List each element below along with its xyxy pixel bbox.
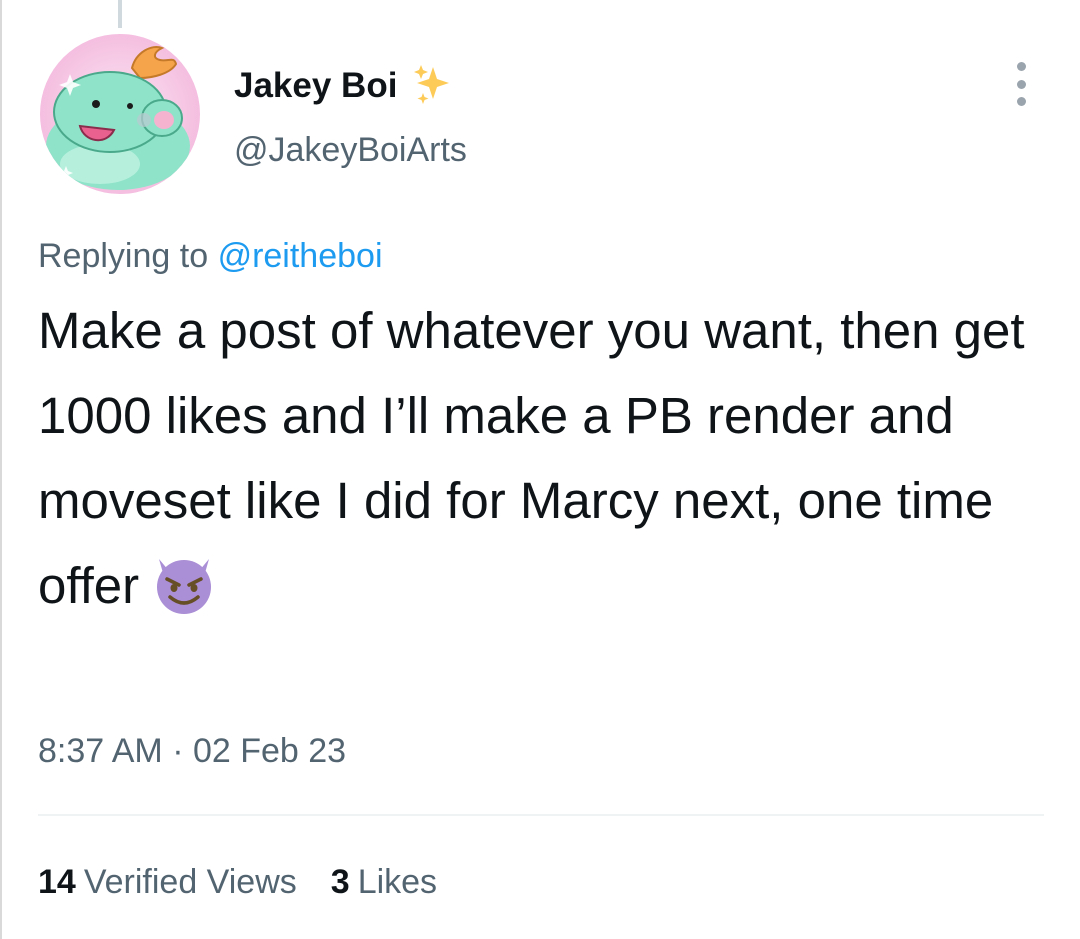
- more-options-icon[interactable]: [1008, 62, 1034, 106]
- tweet-stats: 14 Verified Views 3 Likes: [38, 858, 471, 906]
- replying-to-label: Replying to: [38, 237, 209, 275]
- tweet-timestamp[interactable]: 8:37 AM · 02 Feb 23: [38, 727, 346, 775]
- smiling-imp-icon: [149, 547, 219, 617]
- likes-count: 3: [330, 863, 350, 901]
- tweet-text: Make a post of whatever you want, then g…: [38, 288, 1058, 628]
- likes-label: Likes: [357, 863, 438, 901]
- more-dot: [1016, 97, 1026, 106]
- views-label: Verified Views: [83, 863, 297, 901]
- left-border: [0, 0, 2, 939]
- author-display-name[interactable]: Jakey Boi: [234, 62, 397, 110]
- more-dot: [1016, 79, 1026, 89]
- replying-to: Replying to @reitheboi: [38, 232, 383, 280]
- avatar[interactable]: [40, 34, 200, 194]
- avatar-image: [40, 34, 200, 194]
- thread-connector-line: [118, 0, 122, 28]
- divider: [38, 814, 1044, 816]
- more-dot: [1016, 62, 1026, 71]
- author-name-row[interactable]: Jakey Boi: [234, 62, 457, 110]
- author-handle[interactable]: @JakeyBoiArts: [234, 126, 467, 174]
- views-count: 14: [38, 863, 76, 901]
- views-stat[interactable]: 14 Verified Views: [38, 858, 297, 906]
- reply-mention-link[interactable]: @reitheboi: [218, 237, 383, 275]
- sparkles-icon: [411, 63, 457, 109]
- likes-stat[interactable]: 3 Likes: [331, 858, 437, 906]
